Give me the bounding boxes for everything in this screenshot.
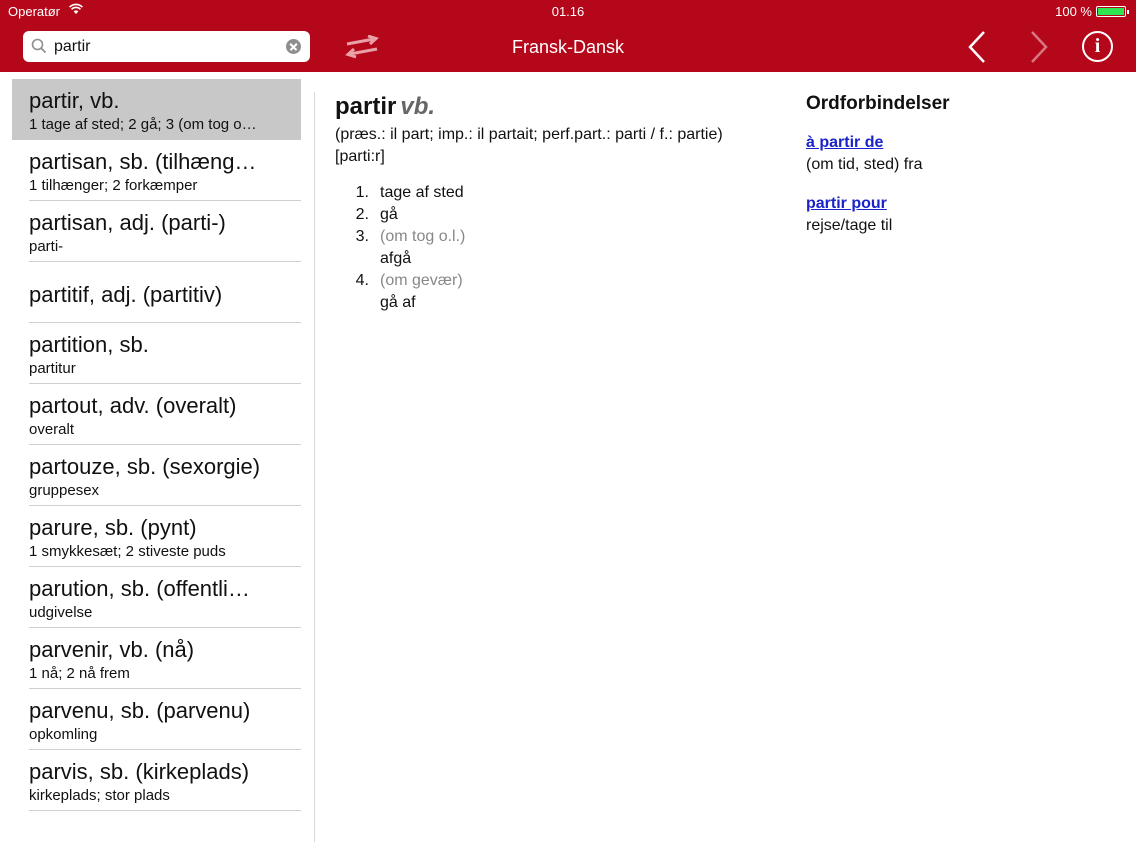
sense-text: tage af sted: [380, 184, 464, 201]
sense-note: (om tog o.l.): [380, 228, 466, 245]
list-item-headword: parure, sb. (pynt): [29, 515, 197, 540]
sense-item: 3. (om tog o.l.) afgå: [335, 226, 785, 270]
list-item-headword: parvenu, sb. (parvenu): [29, 698, 251, 723]
list-item-headword: partir, vb.: [29, 88, 120, 113]
list-item[interactable]: partouze, sb. (sexorgie) gruppesex: [12, 445, 301, 506]
list-item-headword: partout, adv. (overalt): [29, 393, 237, 418]
list-item-headword: parution, sb. (offentli…: [29, 576, 250, 601]
sense-number: 1.: [355, 184, 369, 201]
clock-label: 01.16: [551, 4, 585, 19]
list-item-summary: partitur: [29, 360, 76, 377]
battery-percent: 100 %: [1055, 4, 1092, 19]
sense-list: 1. tage af sted 2. gå 3. (om tog o.l.) a…: [335, 182, 785, 314]
sense-number: 2.: [355, 206, 369, 223]
sense-number: 4.: [355, 272, 369, 289]
sense-text: gå af: [380, 294, 416, 311]
results-list: partir, vb. 1 tage af sted; 2 gå; 3 (om …: [0, 72, 315, 852]
phrases-title: Ordforbindelser: [806, 93, 950, 114]
battery-icon: [1096, 6, 1129, 17]
list-item[interactable]: partition, sb. partitur: [12, 323, 301, 384]
list-item[interactable]: parure, sb. (pynt) 1 smykkesæt; 2 stives…: [12, 506, 301, 567]
list-item[interactable]: parvis, sb. (kirkeplads) kirkeplads; sto…: [12, 750, 301, 811]
list-item-summary: 1 smykkesæt; 2 stiveste puds: [29, 543, 226, 560]
phrase-item: partir pour rejse/tage til: [806, 193, 1106, 237]
search-input[interactable]: [54, 35, 274, 58]
list-item-headword: partisan, sb. (tilhæng…: [29, 149, 257, 174]
entry-inflection: (præs.: il part; imp.: il partait; perf.…: [335, 126, 723, 143]
list-item-headword: partouze, sb. (sexorgie): [29, 454, 261, 479]
entry-pronunciation: [parti:r]: [335, 148, 385, 165]
list-item-summary: 1 tilhænger; 2 forkæmper: [29, 177, 198, 194]
info-icon[interactable]: i: [1082, 31, 1113, 62]
list-item-headword: partition, sb.: [29, 332, 149, 357]
list-item[interactable]: partisan, sb. (tilhæng… 1 tilhænger; 2 f…: [12, 140, 301, 201]
sense-item: 2. gå: [335, 204, 785, 226]
phrases-panel: Ordforbindelser à partir de (om tid, ste…: [806, 93, 1106, 237]
entry-panel: partir vb. (præs.: il part; imp.: il part…: [335, 93, 785, 314]
sense-number: 3.: [355, 228, 369, 245]
list-item[interactable]: partisan, adj. (parti-) parti-: [12, 201, 301, 262]
list-item-summary: 1 nå; 2 nå frem: [29, 665, 130, 682]
list-item-summary: 1 tage af sted; 2 gå; 3 (om tog o…: [29, 116, 257, 133]
sense-item: 4. (om gevær) gå af: [335, 270, 785, 314]
entry-part-of-speech: vb.: [400, 93, 436, 120]
list-item-summary: parti-: [29, 238, 64, 255]
list-item-headword: partisan, adj. (parti-): [29, 210, 226, 235]
sense-text: afgå: [380, 250, 412, 267]
list-item-headword: partitif, adj. (partitiv): [29, 282, 223, 307]
top-bar: Operatør 01.16 100 % Fransk-Dansk i: [0, 0, 1136, 72]
list-item[interactable]: parvenu, sb. (parvenu) opkomling: [12, 689, 301, 750]
list-item-headword: parvis, sb. (kirkeplads): [29, 759, 250, 784]
list-item[interactable]: parution, sb. (offentli… udgivelse: [12, 567, 301, 628]
status-bar: Operatør 01.16 100 %: [0, 0, 1136, 22]
list-item[interactable]: partout, adv. (overalt) overalt: [12, 384, 301, 445]
search-icon: [31, 38, 47, 59]
sense-text: gå: [380, 206, 398, 223]
phrase-meaning: rejse/tage til: [806, 217, 893, 234]
list-item-summary: overalt: [29, 421, 75, 438]
phrase-link[interactable]: partir pour: [806, 195, 887, 212]
back-chevron-icon[interactable]: [966, 30, 988, 69]
forward-chevron-icon[interactable]: [1028, 30, 1050, 69]
phrase-link[interactable]: à partir de: [806, 134, 883, 151]
sense-item: 1. tage af sted: [335, 182, 785, 204]
sense-note: (om gevær): [380, 272, 463, 289]
list-item[interactable]: partir, vb. 1 tage af sted; 2 gå; 3 (om …: [12, 79, 301, 140]
pane-divider: [314, 92, 315, 842]
list-item-summary: kirkeplads; stor plads: [29, 787, 170, 804]
list-item-summary: udgivelse: [29, 604, 93, 621]
list-item-headword: parvenir, vb. (nå): [29, 637, 195, 662]
entry-headword: partir: [335, 93, 397, 120]
list-item-summary: opkomling: [29, 726, 98, 743]
page-title: Fransk-Dansk: [511, 37, 625, 57]
clear-icon[interactable]: [286, 39, 301, 54]
divider: [29, 810, 301, 811]
list-item-summary: gruppesex: [29, 482, 100, 499]
list-item[interactable]: parvenir, vb. (nå) 1 nå; 2 nå frem: [12, 628, 301, 689]
phrase-item: à partir de (om tid, sted) fra: [806, 132, 1106, 176]
search-bar[interactable]: [23, 31, 310, 62]
list-item[interactable]: partitif, adj. (partitiv): [12, 262, 301, 323]
phrase-meaning: (om tid, sted) fra: [806, 156, 923, 173]
swap-direction-icon[interactable]: [344, 34, 380, 64]
